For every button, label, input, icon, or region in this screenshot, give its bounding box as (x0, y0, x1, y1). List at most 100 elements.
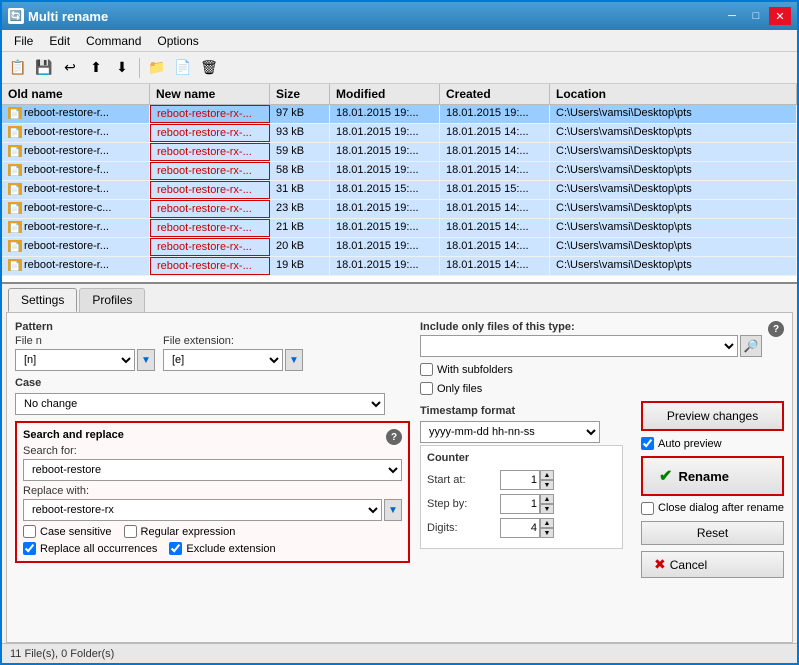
cell-created: 18.01.2015 14:... (440, 124, 550, 142)
start-at-down[interactable]: ▼ (540, 480, 554, 490)
regular-expression-checkbox[interactable] (124, 525, 137, 538)
cell-location: C:\Users\vamsi\Desktop\pts (550, 124, 797, 142)
include-files-row: 🔎 (420, 335, 762, 357)
tab-profiles[interactable]: Profiles (79, 288, 145, 312)
col-header-oldname[interactable]: Old name (2, 84, 150, 104)
cell-modified: 18.01.2015 19:... (330, 124, 440, 142)
cell-location: C:\Users\vamsi\Desktop\pts (550, 181, 797, 199)
menu-options[interactable]: Options (149, 33, 206, 49)
only-files-checkbox[interactable] (420, 382, 433, 395)
file-n-combo: [n] [N] [c] ▼ (15, 349, 155, 371)
menu-file[interactable]: File (6, 33, 41, 49)
tab-settings[interactable]: Settings (8, 288, 77, 312)
digits-down[interactable]: ▼ (540, 528, 554, 538)
table-row[interactable]: 📄reboot-restore-r... reboot-restore-rx-.… (2, 257, 797, 276)
replace-with-select[interactable]: reboot-restore-rx (23, 499, 382, 521)
toolbar-btn-file[interactable]: 📄 (171, 56, 195, 80)
file-n-arrow[interactable]: ▼ (137, 349, 155, 371)
preview-changes-button[interactable]: Preview changes (641, 401, 784, 431)
app-icon: 🔄 (8, 8, 24, 24)
step-by-down[interactable]: ▼ (540, 504, 554, 514)
digits-spinner-btns: ▲ ▼ (540, 518, 554, 538)
file-ext-arrow[interactable]: ▼ (285, 349, 303, 371)
file-ext-combo: [e] [E] ▼ (163, 349, 303, 371)
search-replace-help-icon[interactable]: ? (386, 429, 402, 445)
toolbar-btn-1[interactable]: 📋 (6, 56, 30, 80)
include-files-select[interactable] (420, 335, 738, 357)
table-row[interactable]: 📄reboot-restore-r... reboot-restore-rx-.… (2, 238, 797, 257)
include-files-help-icon[interactable]: ? (768, 321, 784, 337)
file-ext-select[interactable]: [e] [E] (163, 349, 283, 371)
auto-preview-row: Auto preview (641, 437, 784, 450)
with-subfolders-label: With subfolders (437, 364, 513, 376)
col-header-modified[interactable]: Modified (330, 84, 440, 104)
reset-button[interactable]: Reset (641, 521, 784, 545)
rename-button[interactable]: ✔ Rename (641, 456, 784, 496)
step-by-up[interactable]: ▲ (540, 494, 554, 504)
digits-spinner: ▲ ▼ (500, 518, 554, 538)
table-row[interactable]: 📄reboot-restore-r... reboot-restore-rx-.… (2, 105, 797, 124)
close-button[interactable]: ✕ (769, 7, 791, 25)
cell-size: 19 kB (270, 257, 330, 275)
include-files-label: Include only files of this type: (420, 321, 762, 333)
minimize-button[interactable]: ─ (721, 7, 743, 25)
case-select[interactable]: No change UPPERCASE lowercase Title Case (15, 393, 385, 415)
start-at-label: Start at: (427, 474, 492, 486)
only-files-label: Only files (437, 383, 482, 395)
table-row[interactable]: 📄reboot-restore-c... reboot-restore-rx-.… (2, 200, 797, 219)
col-header-size[interactable]: Size (270, 84, 330, 104)
close-after-checkbox[interactable] (641, 502, 654, 515)
case-sensitive-checkbox[interactable] (23, 525, 36, 538)
cell-newname: reboot-restore-rx-... (150, 162, 270, 180)
cell-newname: reboot-restore-rx-... (150, 143, 270, 161)
cell-oldname: 📄reboot-restore-r... (2, 105, 150, 123)
title-controls: ─ □ ✕ (721, 7, 791, 25)
file-n-select[interactable]: [n] [N] [c] (15, 349, 135, 371)
cell-location: C:\Users\vamsi\Desktop\pts (550, 105, 797, 123)
rename-label: Rename (678, 469, 729, 484)
menu-edit[interactable]: Edit (41, 33, 78, 49)
toolbar-btn-2[interactable]: 💾 (32, 56, 56, 80)
toolbar-btn-up[interactable]: ⬆ (84, 56, 108, 80)
toolbar-btn-down[interactable]: ⬇ (110, 56, 134, 80)
search-for-select[interactable]: reboot-restore (23, 459, 402, 481)
file-n-label: File n (15, 335, 155, 347)
close-after-label: Close dialog after rename (658, 502, 784, 514)
auto-preview-checkbox[interactable] (641, 437, 654, 450)
cell-modified: 18.01.2015 19:... (330, 238, 440, 256)
table-row[interactable]: 📄reboot-restore-r... reboot-restore-rx-.… (2, 124, 797, 143)
maximize-button[interactable]: □ (745, 7, 767, 25)
start-at-input[interactable] (500, 470, 540, 490)
timestamp-label: Timestamp format (420, 405, 623, 417)
toolbar-btn-delete[interactable]: 🗑 (197, 56, 221, 80)
exclude-extension-checkbox[interactable] (169, 542, 182, 555)
search-for-combo: reboot-restore (23, 459, 402, 481)
replace-with-arrow[interactable]: ▼ (384, 499, 402, 521)
digits-input[interactable] (500, 518, 540, 538)
step-by-input[interactable] (500, 494, 540, 514)
table-row[interactable]: 📄reboot-restore-f... reboot-restore-rx-.… (2, 162, 797, 181)
table-row[interactable]: 📄reboot-restore-r... reboot-restore-rx-.… (2, 219, 797, 238)
digits-up[interactable]: ▲ (540, 518, 554, 528)
replace-all-checkbox[interactable] (23, 542, 36, 555)
col-header-newname[interactable]: New name (150, 84, 270, 104)
cell-created: 18.01.2015 14:... (440, 257, 550, 275)
start-at-up[interactable]: ▲ (540, 470, 554, 480)
toolbar-btn-undo[interactable]: ↩ (58, 56, 82, 80)
regular-expression-item: Regular expression (124, 525, 236, 538)
menu-command[interactable]: Command (78, 33, 149, 49)
col-header-location[interactable]: Location (550, 84, 797, 104)
cancel-label: Cancel (670, 558, 707, 572)
cell-oldname: 📄reboot-restore-f... (2, 162, 150, 180)
with-subfolders-checkbox[interactable] (420, 363, 433, 376)
table-row[interactable]: 📄reboot-restore-t... reboot-restore-rx-.… (2, 181, 797, 200)
table-row[interactable]: 📄reboot-restore-r... reboot-restore-rx-.… (2, 143, 797, 162)
timestamp-select[interactable]: yyyy-mm-dd hh-nn-ss (420, 421, 600, 443)
only-files-item: Only files (420, 382, 482, 395)
cancel-button[interactable]: ✖ Cancel (641, 551, 784, 578)
toolbar-btn-folder[interactable]: 📁 (145, 56, 169, 80)
file-filter-icon[interactable]: 🔎 (740, 335, 762, 357)
cell-newname: reboot-restore-rx-... (150, 181, 270, 199)
cell-location: C:\Users\vamsi\Desktop\pts (550, 257, 797, 275)
col-header-created[interactable]: Created (440, 84, 550, 104)
